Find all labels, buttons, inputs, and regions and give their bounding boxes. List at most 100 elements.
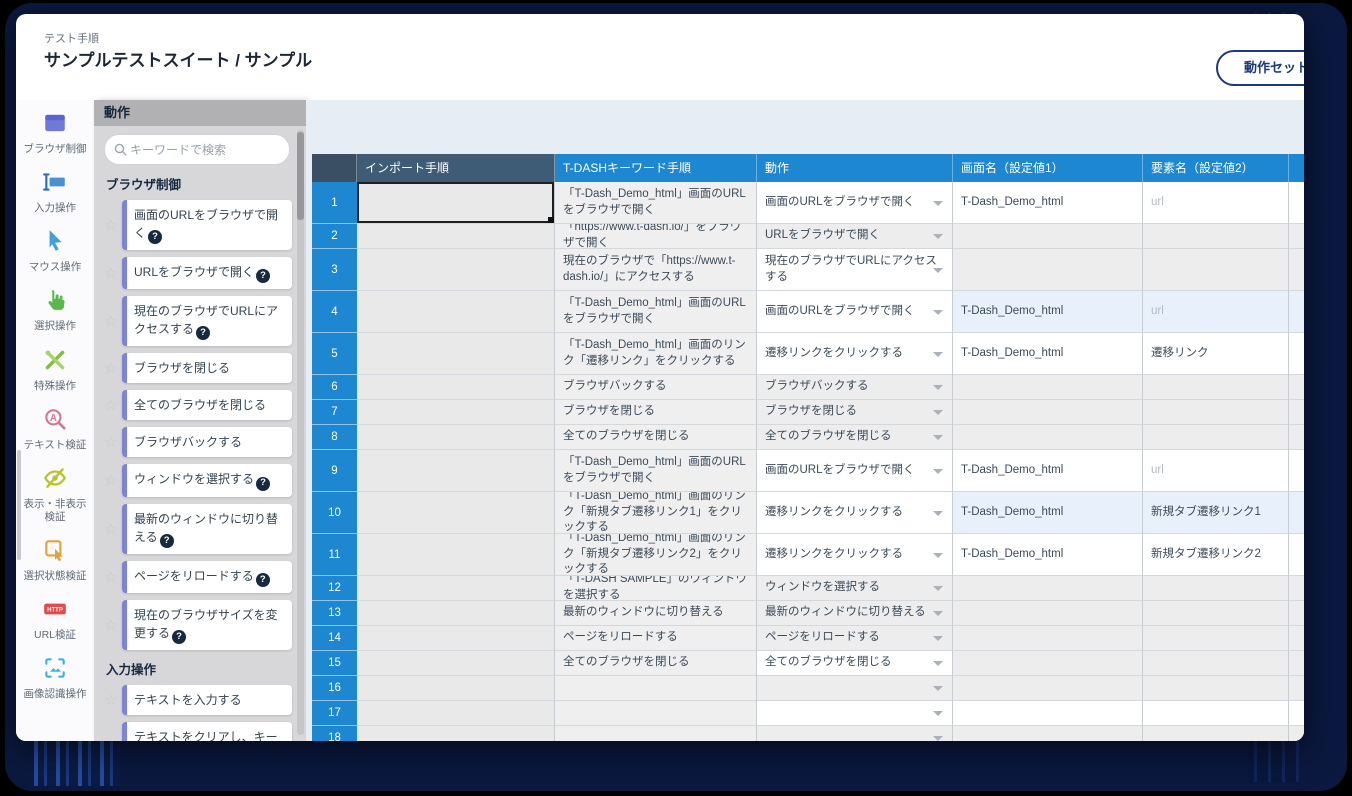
action-card[interactable]: テキストを入力する — [122, 685, 292, 715]
import-step-cell[interactable] — [357, 333, 555, 375]
action-card[interactable]: ページをリロードする — [122, 561, 292, 593]
favorite-star-icon[interactable]: ☆ — [100, 433, 122, 451]
rail-item[interactable]: 選択状態検証 — [16, 537, 94, 583]
action-cell[interactable] — [757, 676, 953, 701]
dropdown-arrow-icon[interactable] — [933, 234, 943, 239]
fill-handle[interactable] — [548, 217, 555, 224]
action-cell[interactable]: 遷移リンクをクリックする — [757, 333, 953, 375]
favorite-star-icon[interactable]: ☆ — [100, 264, 122, 282]
favorite-star-icon[interactable]: ☆ — [100, 471, 122, 489]
tdash-keyword-cell[interactable]: ブラウザを閉じる — [555, 400, 757, 425]
favorite-star-icon[interactable]: ☆ — [100, 396, 122, 414]
action-cell[interactable]: URLをブラウザで開く — [757, 224, 953, 249]
action-cell[interactable]: 遷移リンクをクリックする — [757, 534, 953, 576]
action-cell[interactable] — [757, 701, 953, 726]
row-number-cell[interactable]: 5 — [312, 333, 357, 375]
rail-item[interactable]: A テキスト検証 — [16, 406, 94, 452]
row-number-cell[interactable]: 17 — [312, 701, 357, 726]
extra-cell[interactable] — [1289, 450, 1304, 492]
import-step-cell[interactable] — [357, 534, 555, 576]
rail-item[interactable]: HTTP URL検証 — [16, 596, 94, 642]
dropdown-arrow-icon[interactable] — [933, 201, 943, 206]
rail-scrollbar[interactable] — [17, 450, 21, 560]
panel-scrollbar-thumb[interactable] — [297, 132, 304, 220]
element-name-cell[interactable] — [1143, 425, 1289, 450]
tdash-keyword-cell[interactable]: 「T-Dash_Demo_html」画面のURLをブラウザで開く — [555, 291, 757, 333]
row-number-cell[interactable]: 18 — [312, 726, 357, 741]
create-action-set-button[interactable]: 動作セットを作成 — [1216, 50, 1304, 86]
action-cell[interactable]: ウィンドウを選択する — [757, 576, 953, 601]
help-icon[interactable] — [256, 477, 270, 491]
tdash-keyword-cell[interactable]: 「T-DASH SAMPLE」のウィンドウを選択する — [555, 576, 757, 601]
extra-cell[interactable] — [1289, 249, 1304, 291]
element-name-cell[interactable]: 遷移リンク — [1143, 333, 1289, 375]
rail-item[interactable]: 画像認識操作 — [16, 655, 94, 701]
extra-cell[interactable] — [1289, 291, 1304, 333]
row-number-cell[interactable]: 10 — [312, 492, 357, 534]
import-step-cell[interactable] — [357, 450, 555, 492]
rail-item[interactable]: 入力操作 — [16, 169, 94, 215]
help-icon[interactable] — [256, 573, 270, 587]
screen-name-cell[interactable] — [953, 651, 1143, 676]
row-number-cell[interactable]: 9 — [312, 450, 357, 492]
tdash-keyword-cell[interactable] — [555, 676, 757, 701]
screen-name-cell[interactable]: T-Dash_Demo_html — [953, 534, 1143, 576]
import-step-cell[interactable] — [357, 701, 555, 726]
dropdown-arrow-icon[interactable] — [933, 469, 943, 474]
rail-item[interactable]: 表示・非表示検証 — [16, 465, 94, 524]
panel-scrollbar-track[interactable] — [297, 130, 304, 735]
screen-name-cell[interactable] — [953, 601, 1143, 626]
row-number-cell[interactable]: 12 — [312, 576, 357, 601]
action-cell[interactable]: 現在のブラウザでURLにアクセスする — [757, 249, 953, 291]
screen-name-cell[interactable] — [953, 701, 1143, 726]
action-card[interactable]: URLをブラウザで開く — [122, 257, 292, 289]
extra-cell[interactable] — [1289, 576, 1304, 601]
tdash-keyword-cell[interactable]: 「T-Dash_Demo_html」画面のリンク「新規タブ遷移リンク2」をクリッ… — [555, 534, 757, 576]
action-cell[interactable]: 全てのブラウザを閉じる — [757, 651, 953, 676]
action-card[interactable]: 現在のブラウザサイズを変更する — [122, 600, 292, 650]
row-number-cell[interactable]: 2 — [312, 224, 357, 249]
dropdown-arrow-icon[interactable] — [933, 385, 943, 390]
favorite-star-icon[interactable]: ☆ — [100, 738, 122, 741]
element-name-cell[interactable] — [1143, 726, 1289, 741]
element-name-cell[interactable] — [1143, 576, 1289, 601]
screen-name-cell[interactable]: T-Dash_Demo_html — [953, 291, 1143, 333]
row-number-cell[interactable]: 1 — [312, 182, 357, 224]
row-number-cell[interactable]: 8 — [312, 425, 357, 450]
action-cell[interactable]: 画面のURLをブラウザで開く — [757, 450, 953, 492]
extra-cell[interactable] — [1289, 182, 1304, 224]
import-step-cell[interactable] — [357, 651, 555, 676]
tdash-keyword-cell[interactable]: ブラウザバックする — [555, 375, 757, 400]
dropdown-arrow-icon[interactable] — [933, 352, 943, 357]
row-number-cell[interactable]: 3 — [312, 249, 357, 291]
dropdown-arrow-icon[interactable] — [933, 435, 943, 440]
action-card[interactable]: 最新のウィンドウに切り替える — [122, 504, 292, 554]
action-card[interactable]: ブラウザバックする — [122, 427, 292, 457]
element-name-cell[interactable]: 新規タブ遷移リンク2 — [1143, 534, 1289, 576]
extra-cell[interactable] — [1289, 534, 1304, 576]
dropdown-arrow-icon[interactable] — [933, 736, 943, 741]
action-cell[interactable]: 画面のURLをブラウザで開く — [757, 182, 953, 224]
action-cell[interactable]: ブラウザを閉じる — [757, 400, 953, 425]
screen-name-cell[interactable]: T-Dash_Demo_html — [953, 182, 1143, 224]
tdash-keyword-cell[interactable] — [555, 701, 757, 726]
action-card[interactable]: 全てのブラウザを閉じる — [122, 390, 292, 420]
action-card[interactable]: ウィンドウを選択する — [122, 464, 292, 496]
favorite-star-icon[interactable]: ☆ — [100, 616, 122, 634]
element-name-cell[interactable] — [1143, 701, 1289, 726]
screen-name-cell[interactable] — [953, 400, 1143, 425]
action-card[interactable]: テキストをクリアし、キーを入力する — [122, 722, 292, 741]
row-number-cell[interactable]: 13 — [312, 601, 357, 626]
extra-cell[interactable] — [1289, 601, 1304, 626]
import-step-cell[interactable] — [357, 726, 555, 741]
tdash-keyword-cell[interactable]: 「https://www.t-dash.io/」をブラウザで開く — [555, 224, 757, 249]
help-icon[interactable] — [256, 269, 270, 283]
help-icon[interactable] — [196, 326, 210, 340]
help-icon[interactable] — [160, 534, 174, 548]
dropdown-arrow-icon[interactable] — [933, 711, 943, 716]
action-cell[interactable]: ブラウザバックする — [757, 375, 953, 400]
screen-name-cell[interactable] — [953, 626, 1143, 651]
screen-name-cell[interactable] — [953, 375, 1143, 400]
dropdown-arrow-icon[interactable] — [933, 611, 943, 616]
screen-name-cell[interactable] — [953, 726, 1143, 741]
